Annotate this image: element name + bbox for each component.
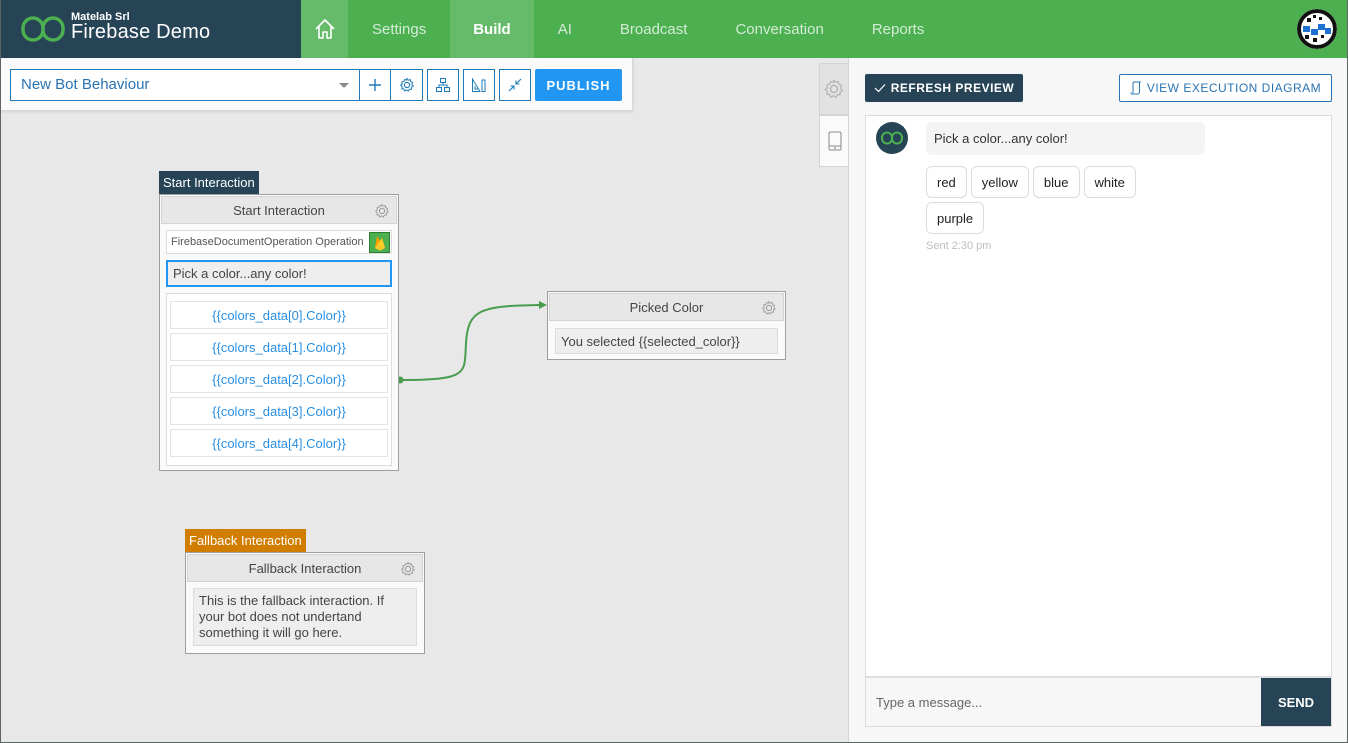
message-input[interactable] xyxy=(866,678,1261,726)
gear-icon[interactable] xyxy=(400,561,416,577)
measure-button[interactable] xyxy=(463,69,495,101)
user-avatar[interactable] xyxy=(1297,9,1337,49)
gear-icon xyxy=(824,78,844,99)
quick-reply-chip[interactable]: yellow xyxy=(970,166,1029,198)
firebase-icon xyxy=(369,232,390,253)
main-nav: Settings Build AI Broadcast Conversation… xyxy=(301,0,948,58)
operation-label: FirebaseDocumentOperation Operation xyxy=(171,236,364,248)
scroll-icon xyxy=(1130,81,1141,95)
sent-timestamp: Sent 2:30 pm xyxy=(926,240,992,252)
check-icon xyxy=(874,84,886,93)
nav-reports[interactable]: Reports xyxy=(848,0,949,58)
nav-conversation[interactable]: Conversation xyxy=(711,0,847,58)
quick-reply-chip[interactable]: white xyxy=(1083,166,1136,198)
connector-arrowhead xyxy=(539,301,547,309)
behaviour-select-value: New Bot Behaviour xyxy=(21,76,150,93)
quick-reply-button[interactable]: {{colors_data[2].Color}} xyxy=(170,365,388,393)
start-node-header[interactable]: Start Interaction xyxy=(161,196,397,224)
quick-reply-button[interactable]: {{colors_data[4].Color}} xyxy=(170,429,388,457)
send-button[interactable]: SEND xyxy=(1261,678,1331,726)
add-button[interactable] xyxy=(359,69,391,101)
infinity-logo-icon xyxy=(881,131,903,145)
hierarchy-icon xyxy=(436,78,450,92)
chat-preview: Pick a color...any color! red yellow blu… xyxy=(865,115,1332,677)
view-execution-diagram-button[interactable]: VIEW EXECUTION DIAGRAM xyxy=(1119,74,1332,102)
quick-reply-chip[interactable]: blue xyxy=(1032,166,1080,198)
arrange-button[interactable] xyxy=(427,69,459,101)
fallback-message[interactable]: This is the fallback interaction. If you… xyxy=(193,588,417,646)
home-icon xyxy=(314,19,335,39)
nav-settings[interactable]: Settings xyxy=(348,0,450,58)
picked-message[interactable]: You selected {{selected_color}} xyxy=(555,328,778,354)
message-composer: SEND xyxy=(865,677,1332,727)
ruler-icon xyxy=(472,77,486,92)
preview-panel: REFRESH PREVIEW VIEW EXECUTION DIAGRAM P… xyxy=(848,58,1347,742)
mobile-phone-icon xyxy=(828,131,842,151)
view-execution-diagram-label: VIEW EXECUTION DIAGRAM xyxy=(1146,81,1322,95)
publish-button[interactable]: PUBLISH xyxy=(535,69,622,101)
quick-reply-chip[interactable]: purple xyxy=(926,202,985,234)
picked-node-title: Picked Color xyxy=(629,299,704,315)
gear-icon[interactable] xyxy=(374,203,390,219)
nav-broadcast[interactable]: Broadcast xyxy=(596,0,712,58)
nav-ai[interactable]: AI xyxy=(534,0,596,58)
fallback-node-title: Fallback Interaction xyxy=(248,560,362,576)
brand-title: Firebase Demo xyxy=(71,21,211,43)
start-node-tag: Start Interaction xyxy=(159,171,259,194)
quick-reply-button[interactable]: {{colors_data[0].Color}} xyxy=(170,301,388,329)
nav-home[interactable] xyxy=(301,0,348,58)
start-interaction-node[interactable]: Start Interaction FirebaseDocumentOperat… xyxy=(159,194,399,471)
picked-color-node[interactable]: Picked Color You selected {{selected_col… xyxy=(547,291,786,360)
operation-field[interactable]: FirebaseDocumentOperation Operation xyxy=(166,230,392,254)
connector-line[interactable] xyxy=(399,304,540,381)
side-tabs xyxy=(819,63,850,167)
nav-build[interactable]: Build xyxy=(450,0,534,58)
picked-node-header[interactable]: Picked Color xyxy=(549,293,784,321)
quick-reply-list: {{colors_data[0].Color}} {{colors_data[1… xyxy=(166,293,392,466)
fallback-node-header[interactable]: Fallback Interaction xyxy=(187,554,423,582)
gear-icon xyxy=(399,77,414,92)
plus-icon xyxy=(369,79,381,91)
tab-settings-panel[interactable] xyxy=(819,63,849,115)
settings-button[interactable] xyxy=(390,69,423,101)
compress-button[interactable] xyxy=(499,69,531,101)
top-navbar: Matelab Srl Firebase Demo Settings Build… xyxy=(1,0,1347,58)
builder-toolbar: New Bot Behaviour PUBLISH xyxy=(1,58,633,111)
fallback-node-tag: Fallback Interaction xyxy=(185,529,306,552)
fallback-interaction-node[interactable]: Fallback Interaction This is the fallbac… xyxy=(185,552,425,654)
infinity-logo-icon xyxy=(21,16,65,42)
compress-icon xyxy=(508,78,522,92)
quick-replies: red yellow blue white purple xyxy=(926,166,1156,234)
quick-reply-chip[interactable]: red xyxy=(926,166,967,198)
start-node-title: Start Interaction xyxy=(233,202,325,218)
tab-preview-panel[interactable] xyxy=(819,115,850,167)
brand[interactable]: Matelab Srl Firebase Demo xyxy=(1,0,301,58)
refresh-preview-label: REFRESH PREVIEW xyxy=(890,81,1015,95)
chevron-down-icon xyxy=(339,83,349,88)
bot-message-bubble: Pick a color...any color! xyxy=(926,122,1205,155)
message-text-field[interactable]: Pick a color...any color! xyxy=(166,260,392,287)
quick-reply-button[interactable]: {{colors_data[3].Color}} xyxy=(170,397,388,425)
avatar-pattern-icon xyxy=(1297,9,1337,49)
quick-reply-button[interactable]: {{colors_data[1].Color}} xyxy=(170,333,388,361)
flow-canvas[interactable]: Start Interaction Start Interaction Fire… xyxy=(1,111,819,742)
refresh-preview-button[interactable]: REFRESH PREVIEW xyxy=(865,74,1023,102)
behaviour-select[interactable]: New Bot Behaviour xyxy=(10,69,360,101)
app-frame: Matelab Srl Firebase Demo Settings Build… xyxy=(1,0,1347,742)
gear-icon[interactable] xyxy=(761,300,777,316)
bot-avatar xyxy=(876,122,908,154)
